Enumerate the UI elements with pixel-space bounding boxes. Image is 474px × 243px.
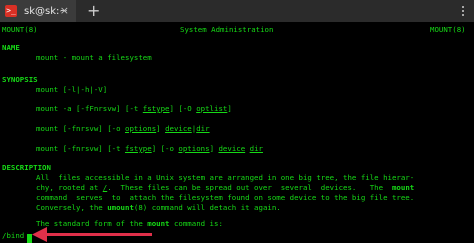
description-text: Conversely, the [36,203,108,212]
terminal-titlebar: >_ sk@sk:~ × + [0,0,474,22]
description-command: umount [107,203,134,212]
synopsis-arg: device [165,124,192,133]
section-synopsis-heading: SYNOPSIS [2,75,38,84]
terminal-icon-glyph: >_ [6,6,16,15]
man-header-left: MOUNT(8) [2,25,38,34]
synopsis-text: ] [-o [151,144,179,153]
synopsis-arg: options [178,144,210,153]
terminal-icon: >_ [5,5,17,17]
synopsis-line-3: mount [-fnrsvw] [-o options] device|dir [36,123,210,136]
synopsis-arg: dir [249,144,263,153]
synopsis-text: mount -a [-fFnrsvw] [-t [36,104,143,113]
annotation-arrow-icon [32,227,152,242]
close-icon[interactable]: × [60,5,69,16]
plus-icon[interactable]: + [87,0,100,22]
synopsis-arg: fstype [142,104,170,113]
synopsis-text: ] [227,104,232,113]
synopsis-line-4: mount [-fnrsvw] [-t fstype] [-o options]… [36,143,263,156]
description-text: command is: [169,219,223,228]
synopsis-line-2: mount -a [-fFnrsvw] [-t fstype] [-O optl… [36,103,232,116]
description-command: mount [391,183,415,192]
kebab-menu-icon[interactable] [462,6,464,16]
synopsis-arg: fstype [125,144,152,153]
man-header-center: System Administration [180,25,274,34]
description-text: chy, rooted at [36,183,103,192]
synopsis-arg: options [125,124,157,133]
synopsis-arg: optlist [196,104,228,113]
terminal-tab[interactable]: >_ sk@sk:~ × [0,0,76,22]
man-page-view[interactable]: MOUNT(8) System Administration MOUNT(8) … [2,22,472,243]
synopsis-arg: dir [196,124,210,133]
synopsis-text: ] [-O [169,104,197,113]
description-line-4: Conversely, the umount(8) command will d… [36,202,281,215]
description-text: (8) command will detach it again. [133,203,281,212]
man-header-right: MOUNT(8) [430,25,466,34]
synopsis-text: mount [-fnrsvw] [-t [36,144,125,153]
synopsis-line-1: mount [-l|-h|-V] [36,85,108,94]
name-text: mount - mount a filesystem [36,53,152,62]
search-prompt[interactable]: /bind [2,230,24,243]
synopsis-text: ] [156,124,166,133]
synopsis-text: mount [-fnrsvw] [-o [36,124,125,133]
section-name-heading: NAME [2,43,20,52]
description-text: . These files can be spread out over sev… [107,183,392,192]
synopsis-arg: device [218,144,246,153]
